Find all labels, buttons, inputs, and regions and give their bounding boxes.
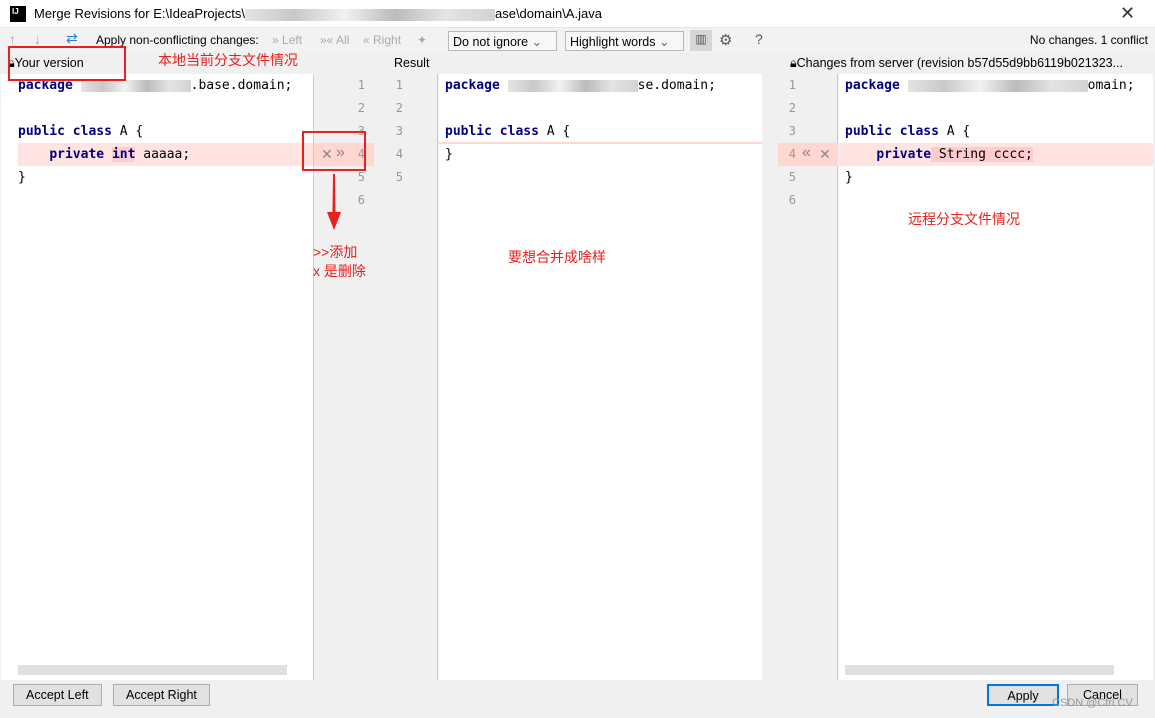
ignore-select[interactable]: Do not ignore ⌄ xyxy=(448,31,557,51)
annotation-delete: x 是删除 xyxy=(313,263,366,279)
magic-wand-icon[interactable]: ✦ xyxy=(417,33,427,47)
left-editor[interactable]: package .base.domain; public class A { p… xyxy=(1,74,313,680)
sync-scroll-icon[interactable]: ▥ xyxy=(690,30,712,51)
prev-change-icon[interactable]: ↑ xyxy=(9,31,16,47)
apply-button[interactable]: Apply xyxy=(987,684,1059,706)
next-change-icon[interactable]: ↓ xyxy=(34,31,41,47)
status-text: No changes. 1 conflict xyxy=(1029,33,1148,47)
annotation-box-your-version xyxy=(8,46,126,81)
resolve-icon[interactable]: ⇄ xyxy=(66,30,78,47)
right-scrollbar[interactable] xyxy=(845,665,1114,675)
accept-left-button[interactable]: Accept Left xyxy=(13,684,102,706)
annotation-result: 要想合并成啥样 xyxy=(508,249,606,265)
help-icon[interactable]: ? xyxy=(755,31,763,47)
title-bar: IJ Merge Revisions for E:\IdeaProjects\ a… xyxy=(0,0,1155,28)
intellij-logo: IJ xyxy=(10,6,26,22)
apply-left-button[interactable]: » Left xyxy=(272,33,302,47)
center-header: Result xyxy=(394,56,430,70)
annotation-add: >>添加 xyxy=(313,244,358,260)
apply-right-button[interactable]: « Right xyxy=(363,33,401,47)
window-title: Merge Revisions for E:\IdeaProjects\ ase\… xyxy=(34,6,602,21)
right-header: 🔒︎Changes from server (revision b57d55d9… xyxy=(790,56,1124,70)
annotation-local: 本地当前分支文件情况 xyxy=(158,52,298,68)
accept-right-button[interactable]: Accept Right xyxy=(113,684,210,706)
left-scrollbar[interactable] xyxy=(18,665,287,675)
watermark: CSDN @Ctrl CV xyxy=(1052,697,1133,709)
annotation-box-actions xyxy=(302,131,366,171)
right-editor[interactable]: package omain; public class A { private … xyxy=(839,74,1153,680)
accept-right-chevron-icon[interactable]: « xyxy=(802,144,811,162)
reject-right-icon[interactable]: ✕ xyxy=(819,146,831,163)
annotation-arrow-icon xyxy=(327,174,341,230)
highlight-select[interactable]: Highlight words ⌄ xyxy=(565,31,684,51)
right-gutter: 1 2 3 4 5 6 « ✕ xyxy=(762,74,838,680)
close-icon[interactable]: ✕ xyxy=(1120,3,1135,24)
gear-icon[interactable]: ⚙ xyxy=(719,31,732,49)
annotation-remote: 远程分支文件情况 xyxy=(908,211,1020,227)
apply-label: Apply non-conflicting changes: xyxy=(96,33,259,47)
apply-all-button[interactable]: »« All xyxy=(320,33,349,47)
result-editor[interactable]: package se.domain; public class A { } xyxy=(439,74,762,680)
